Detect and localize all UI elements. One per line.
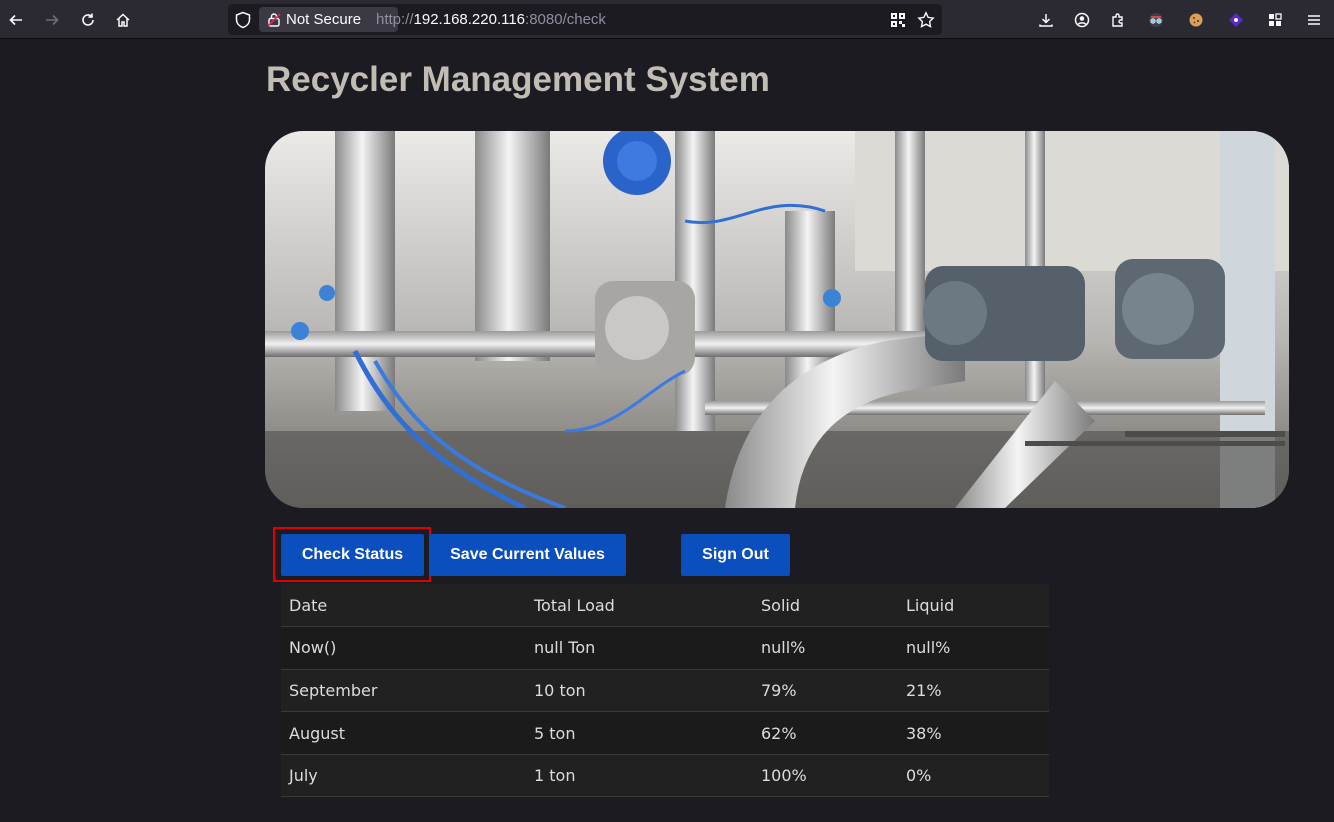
column-header-solid: Solid [753, 584, 898, 628]
save-current-values-button[interactable]: Save Current Values [429, 534, 626, 576]
cell-date: September [281, 669, 526, 713]
cell-solid: 100% [753, 754, 898, 798]
extension-glasses-icon[interactable] [1143, 7, 1169, 33]
menu-icon[interactable] [1301, 7, 1327, 33]
cell-date: August [281, 711, 526, 755]
page-title: Recycler Management System [266, 60, 770, 99]
cell-total-load: 5 ton [526, 711, 753, 755]
cell-solid: 62% [753, 711, 898, 755]
table-header-row: Date Total Load Solid Liquid [281, 584, 1049, 628]
home-icon[interactable] [110, 7, 136, 33]
cell-date: Now() [281, 626, 526, 670]
back-icon[interactable] [3, 7, 29, 33]
cell-liquid: 0% [898, 754, 1049, 798]
url-host: 192.168.220.116 [413, 11, 526, 28]
download-icon[interactable] [1033, 7, 1059, 33]
cell-solid: 79% [753, 669, 898, 713]
url-path: :8080/check [525, 11, 606, 28]
cell-solid: null% [753, 626, 898, 670]
cell-total-load: 10 ton [526, 669, 753, 713]
status-table: Date Total Load Solid Liquid Now() null … [281, 584, 1049, 798]
url-bar[interactable]: Not Secure http://192.168.220.116:8080/c… [228, 4, 942, 35]
account-icon[interactable] [1069, 7, 1095, 33]
cell-date: July [281, 754, 526, 798]
apps-icon[interactable] [1262, 7, 1288, 33]
qr-icon[interactable] [889, 11, 907, 29]
extensions-icon[interactable] [1105, 7, 1131, 33]
table-row: September 10 ton 79% 21% [281, 669, 1049, 713]
cell-total-load: null Ton [526, 626, 753, 670]
column-header-total-load: Total Load [526, 584, 753, 628]
cell-total-load: 1 ton [526, 754, 753, 798]
table-row: August 5 ton 62% 38% [281, 711, 1049, 755]
column-header-liquid: Liquid [898, 584, 1049, 628]
lock-icon [267, 12, 281, 27]
url-scheme: http:// [376, 11, 414, 28]
browser-toolbar: Not Secure http://192.168.220.116:8080/c… [0, 0, 1334, 39]
check-status-button[interactable]: Check Status [281, 534, 424, 576]
security-label: Not Secure [286, 11, 362, 28]
table-row: July 1 ton 100% 0% [281, 754, 1049, 798]
sign-out-button[interactable]: Sign Out [681, 534, 790, 576]
column-header-date: Date [281, 584, 526, 628]
forward-icon[interactable] [39, 7, 65, 33]
star-icon[interactable] [917, 11, 935, 29]
shield-icon[interactable] [234, 11, 252, 29]
extension-cookie-icon[interactable] [1183, 7, 1209, 33]
reload-icon[interactable] [75, 7, 101, 33]
hero-image [265, 131, 1289, 508]
cell-liquid: 21% [898, 669, 1049, 713]
cell-liquid: 38% [898, 711, 1049, 755]
table-row: Now() null Ton null% null% [281, 626, 1049, 670]
extension-diamond-icon[interactable] [1223, 7, 1249, 33]
url-text[interactable]: http://192.168.220.116:8080/check [376, 11, 606, 28]
cell-liquid: null% [898, 626, 1049, 670]
